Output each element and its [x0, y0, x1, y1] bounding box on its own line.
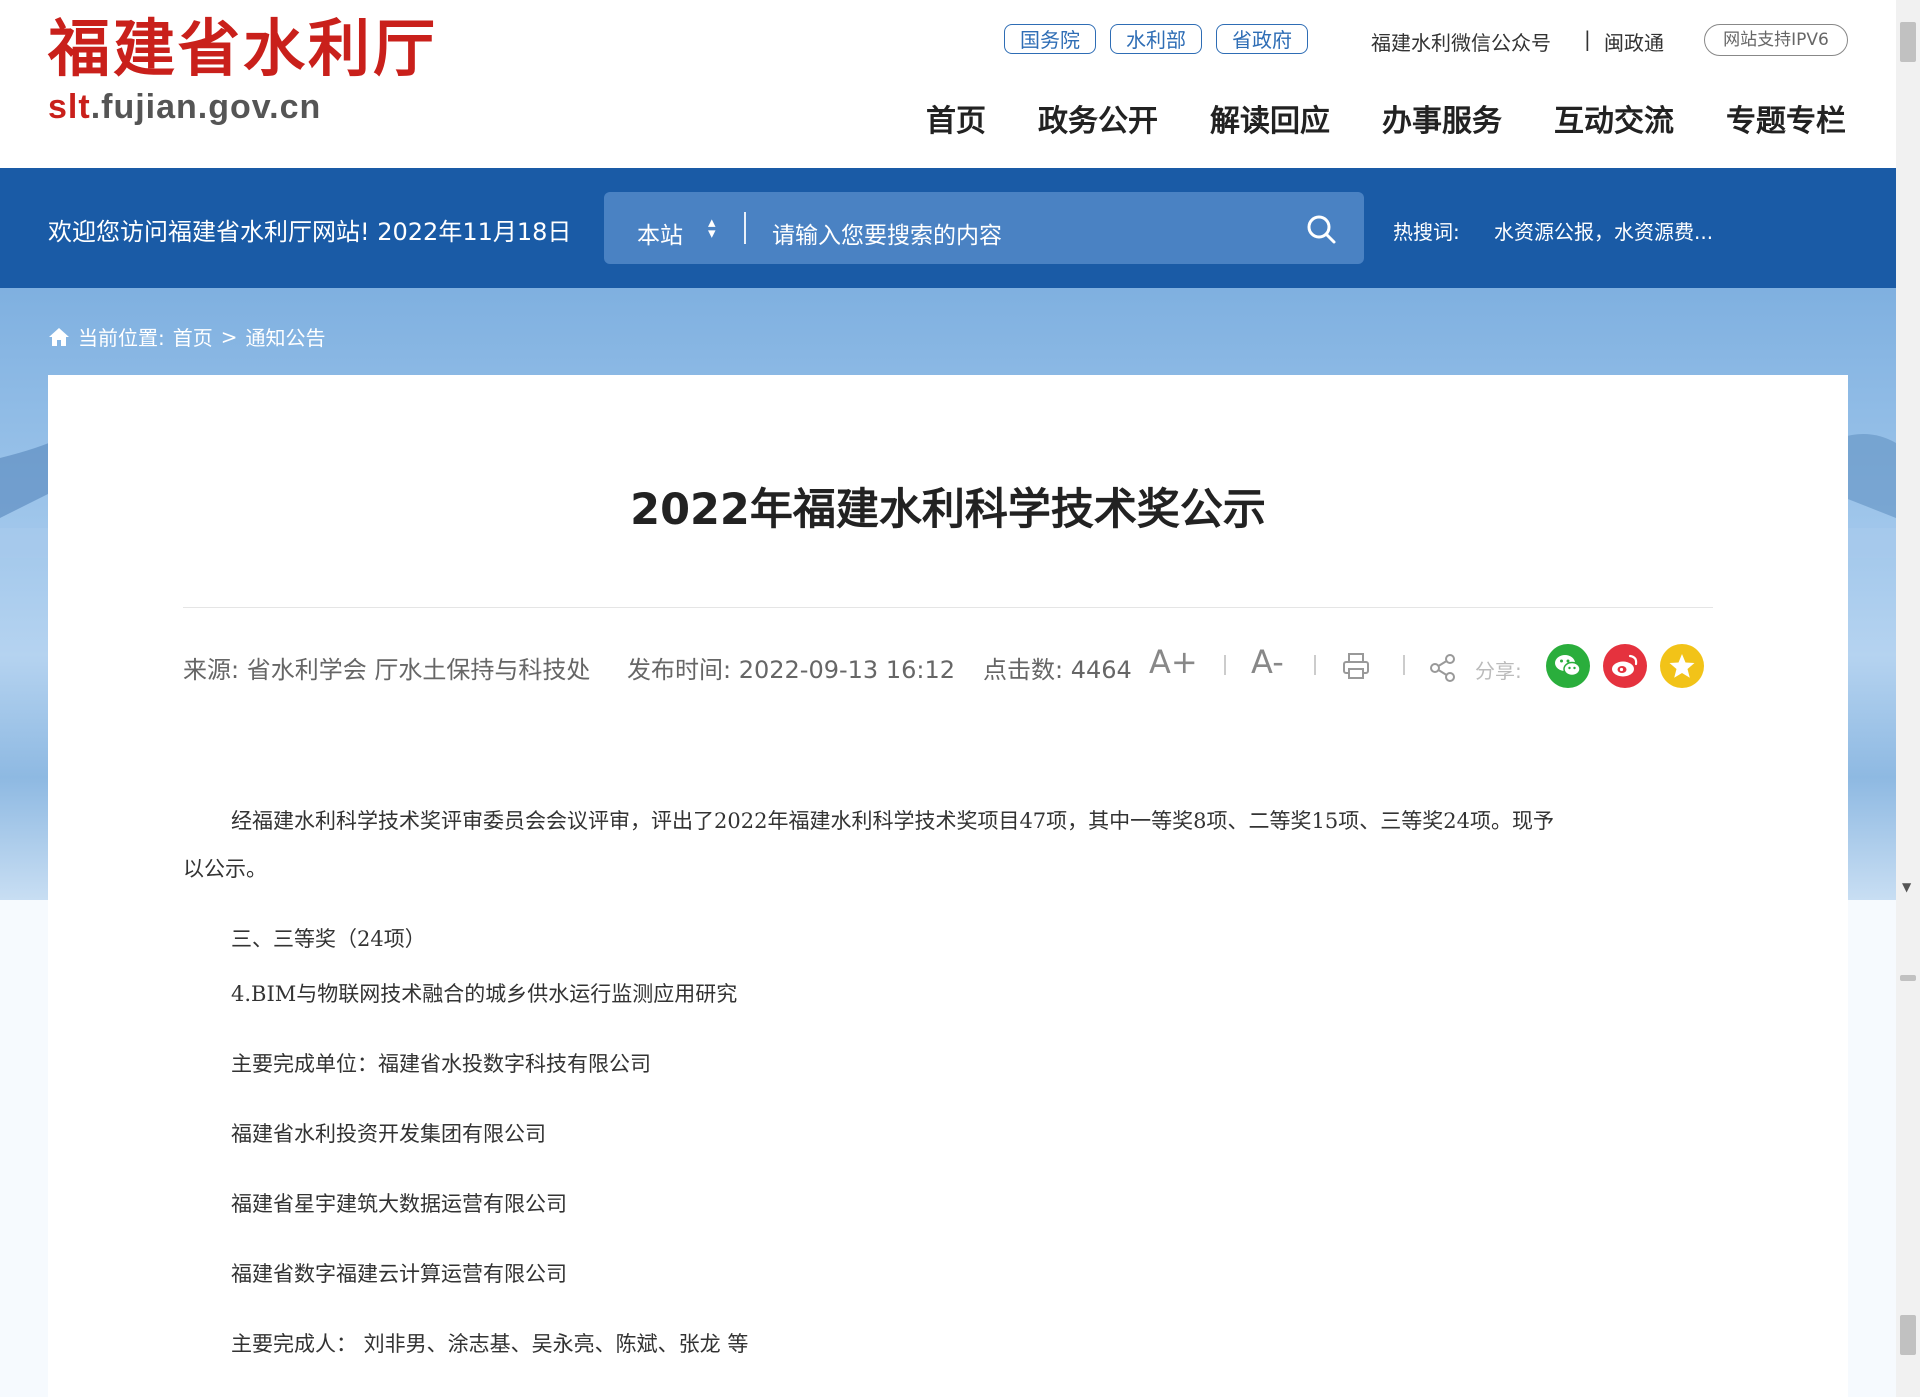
unit-line: 福建省数字福建云计算运营有限公司	[231, 1262, 567, 1286]
scrollbar-thumb[interactable]	[1900, 22, 1916, 62]
article-published: 发布时间: 2022-09-13 16:12	[627, 656, 955, 684]
weibo-icon	[1612, 654, 1638, 677]
section-heading: 三、三等奖（24项）	[231, 927, 426, 951]
top-links: 国务院 水利部 省政府	[1004, 24, 1308, 54]
breadcrumb-current[interactable]: 通知公告	[246, 322, 326, 351]
breadcrumb-home[interactable]: 首页	[173, 322, 213, 351]
search-box: 本站 ▴ ▾ 请输入您要搜索的内容	[604, 192, 1364, 264]
scroll-down-arrow-icon[interactable]: ▼	[1902, 880, 1911, 894]
meta-divider	[1224, 655, 1226, 675]
welcome-text: 欢迎您访问福建省水利厅网站! 2022年11月18日	[48, 218, 572, 246]
font-decrease-button[interactable]: A-	[1251, 643, 1284, 681]
font-increase-button[interactable]: A+	[1149, 643, 1198, 681]
article-title: 2022年福建水利科学技术奖公示	[630, 485, 1266, 535]
site-domain-red: slt	[48, 88, 91, 126]
print-icon[interactable]	[1341, 651, 1371, 681]
search-scope-select[interactable]: 本站	[637, 216, 683, 250]
unit-line: 福建省水利投资开发集团有限公司	[231, 1122, 546, 1146]
nav-special-topics[interactable]: 专题专栏	[1726, 96, 1846, 140]
link-state-council[interactable]: 国务院	[1004, 24, 1096, 54]
share-icon[interactable]	[1428, 653, 1458, 683]
unit-line: 福建省星宇建筑大数据运营有限公司	[231, 1192, 567, 1216]
title-divider	[183, 607, 1713, 608]
search-bar-strip: 欢迎您访问福建省水利厅网站! 2022年11月18日 本站 ▴ ▾ 请输入您要搜索…	[0, 168, 1896, 288]
breadcrumb-sep: >	[220, 324, 238, 349]
project-title: 4.BIM与物联网技术融合的城乡供水运行监测应用研究	[231, 982, 738, 1006]
paragraph-intro: 经福建水利科学技术奖评审委员会会议评审，评出了2022年福建水利科学技术奖项目4…	[231, 809, 1554, 833]
page-scrollbar[interactable]: ▼	[1896, 0, 1920, 1397]
meta-divider	[1314, 655, 1316, 675]
wechat-icon	[1555, 655, 1581, 677]
site-logo[interactable]: 福建省水利厅	[48, 14, 438, 84]
nav-home[interactable]: 首页	[926, 96, 986, 140]
article-source: 来源: 省水利学会 厅水土保持与科技处	[183, 656, 591, 684]
main-nav: 首页 政务公开 解读回应 办事服务 互动交流 专题专栏	[926, 96, 1846, 140]
nav-services[interactable]: 办事服务	[1382, 96, 1502, 140]
main-unit: 主要完成单位：福建省水投数字科技有限公司	[231, 1052, 651, 1076]
main-contributors: 主要完成人： 刘非男、涂志基、吴永亮、陈斌、张龙 等	[231, 1332, 749, 1356]
scrollbar-thumb-lower[interactable]	[1900, 1315, 1916, 1355]
article-meta: 来源: 省水利学会 厅水土保持与科技处 发布时间: 2022-09-13 16:…	[183, 643, 1713, 688]
share-label: 分享:	[1475, 659, 1522, 683]
scrollbar-marker	[1900, 975, 1916, 981]
sort-updown-icon[interactable]: ▴ ▾	[708, 215, 716, 241]
add-favorite-button[interactable]	[1660, 644, 1704, 688]
search-divider	[744, 212, 746, 244]
star-icon	[1669, 654, 1695, 678]
article-card: 2022年福建水利科学技术奖公示 来源: 省水利学会 厅水土保持与科技处 发布时…	[48, 375, 1848, 1397]
hot-search-label: 热搜词:	[1393, 220, 1460, 244]
share-weibo-button[interactable]	[1603, 644, 1647, 688]
search-icon[interactable]	[1304, 212, 1338, 246]
nav-gov-affairs[interactable]: 政务公开	[1038, 96, 1158, 140]
article-hits: 点击数: 4464	[983, 656, 1132, 684]
site-domain-rest: .fujian.gov.cn	[90, 88, 322, 126]
link-province-gov[interactable]: 省政府	[1216, 24, 1308, 54]
top-separator: |	[1584, 27, 1591, 51]
wechat-account-link[interactable]: 福建水利微信公众号	[1371, 27, 1551, 56]
link-water-ministry[interactable]: 水利部	[1110, 24, 1202, 54]
meta-divider	[1403, 655, 1405, 675]
site-domain: slt.fujian.gov.cn	[48, 88, 321, 127]
minzhengtong-link[interactable]: 闽政通	[1604, 27, 1664, 56]
nav-interaction[interactable]: 互动交流	[1554, 96, 1674, 140]
ipv6-badge: 网站支持IPV6	[1704, 24, 1848, 56]
share-wechat-button[interactable]	[1546, 644, 1590, 688]
breadcrumb-label: 当前位置:	[78, 326, 165, 350]
breadcrumb: 当前位置: 首页 > 通知公告	[48, 322, 326, 351]
home-icon	[49, 327, 69, 346]
nav-interpretation[interactable]: 解读回应	[1210, 96, 1330, 140]
site-header: 福建省水利厅 slt.fujian.gov.cn 国务院 水利部 省政府 福建水…	[0, 0, 1896, 168]
hot-search-terms[interactable]: 水资源公报，水资源费...	[1494, 216, 1713, 245]
paragraph-intro-cont: 以公示。	[183, 857, 267, 881]
search-input[interactable]: 请输入您要搜索的内容	[772, 216, 1002, 250]
